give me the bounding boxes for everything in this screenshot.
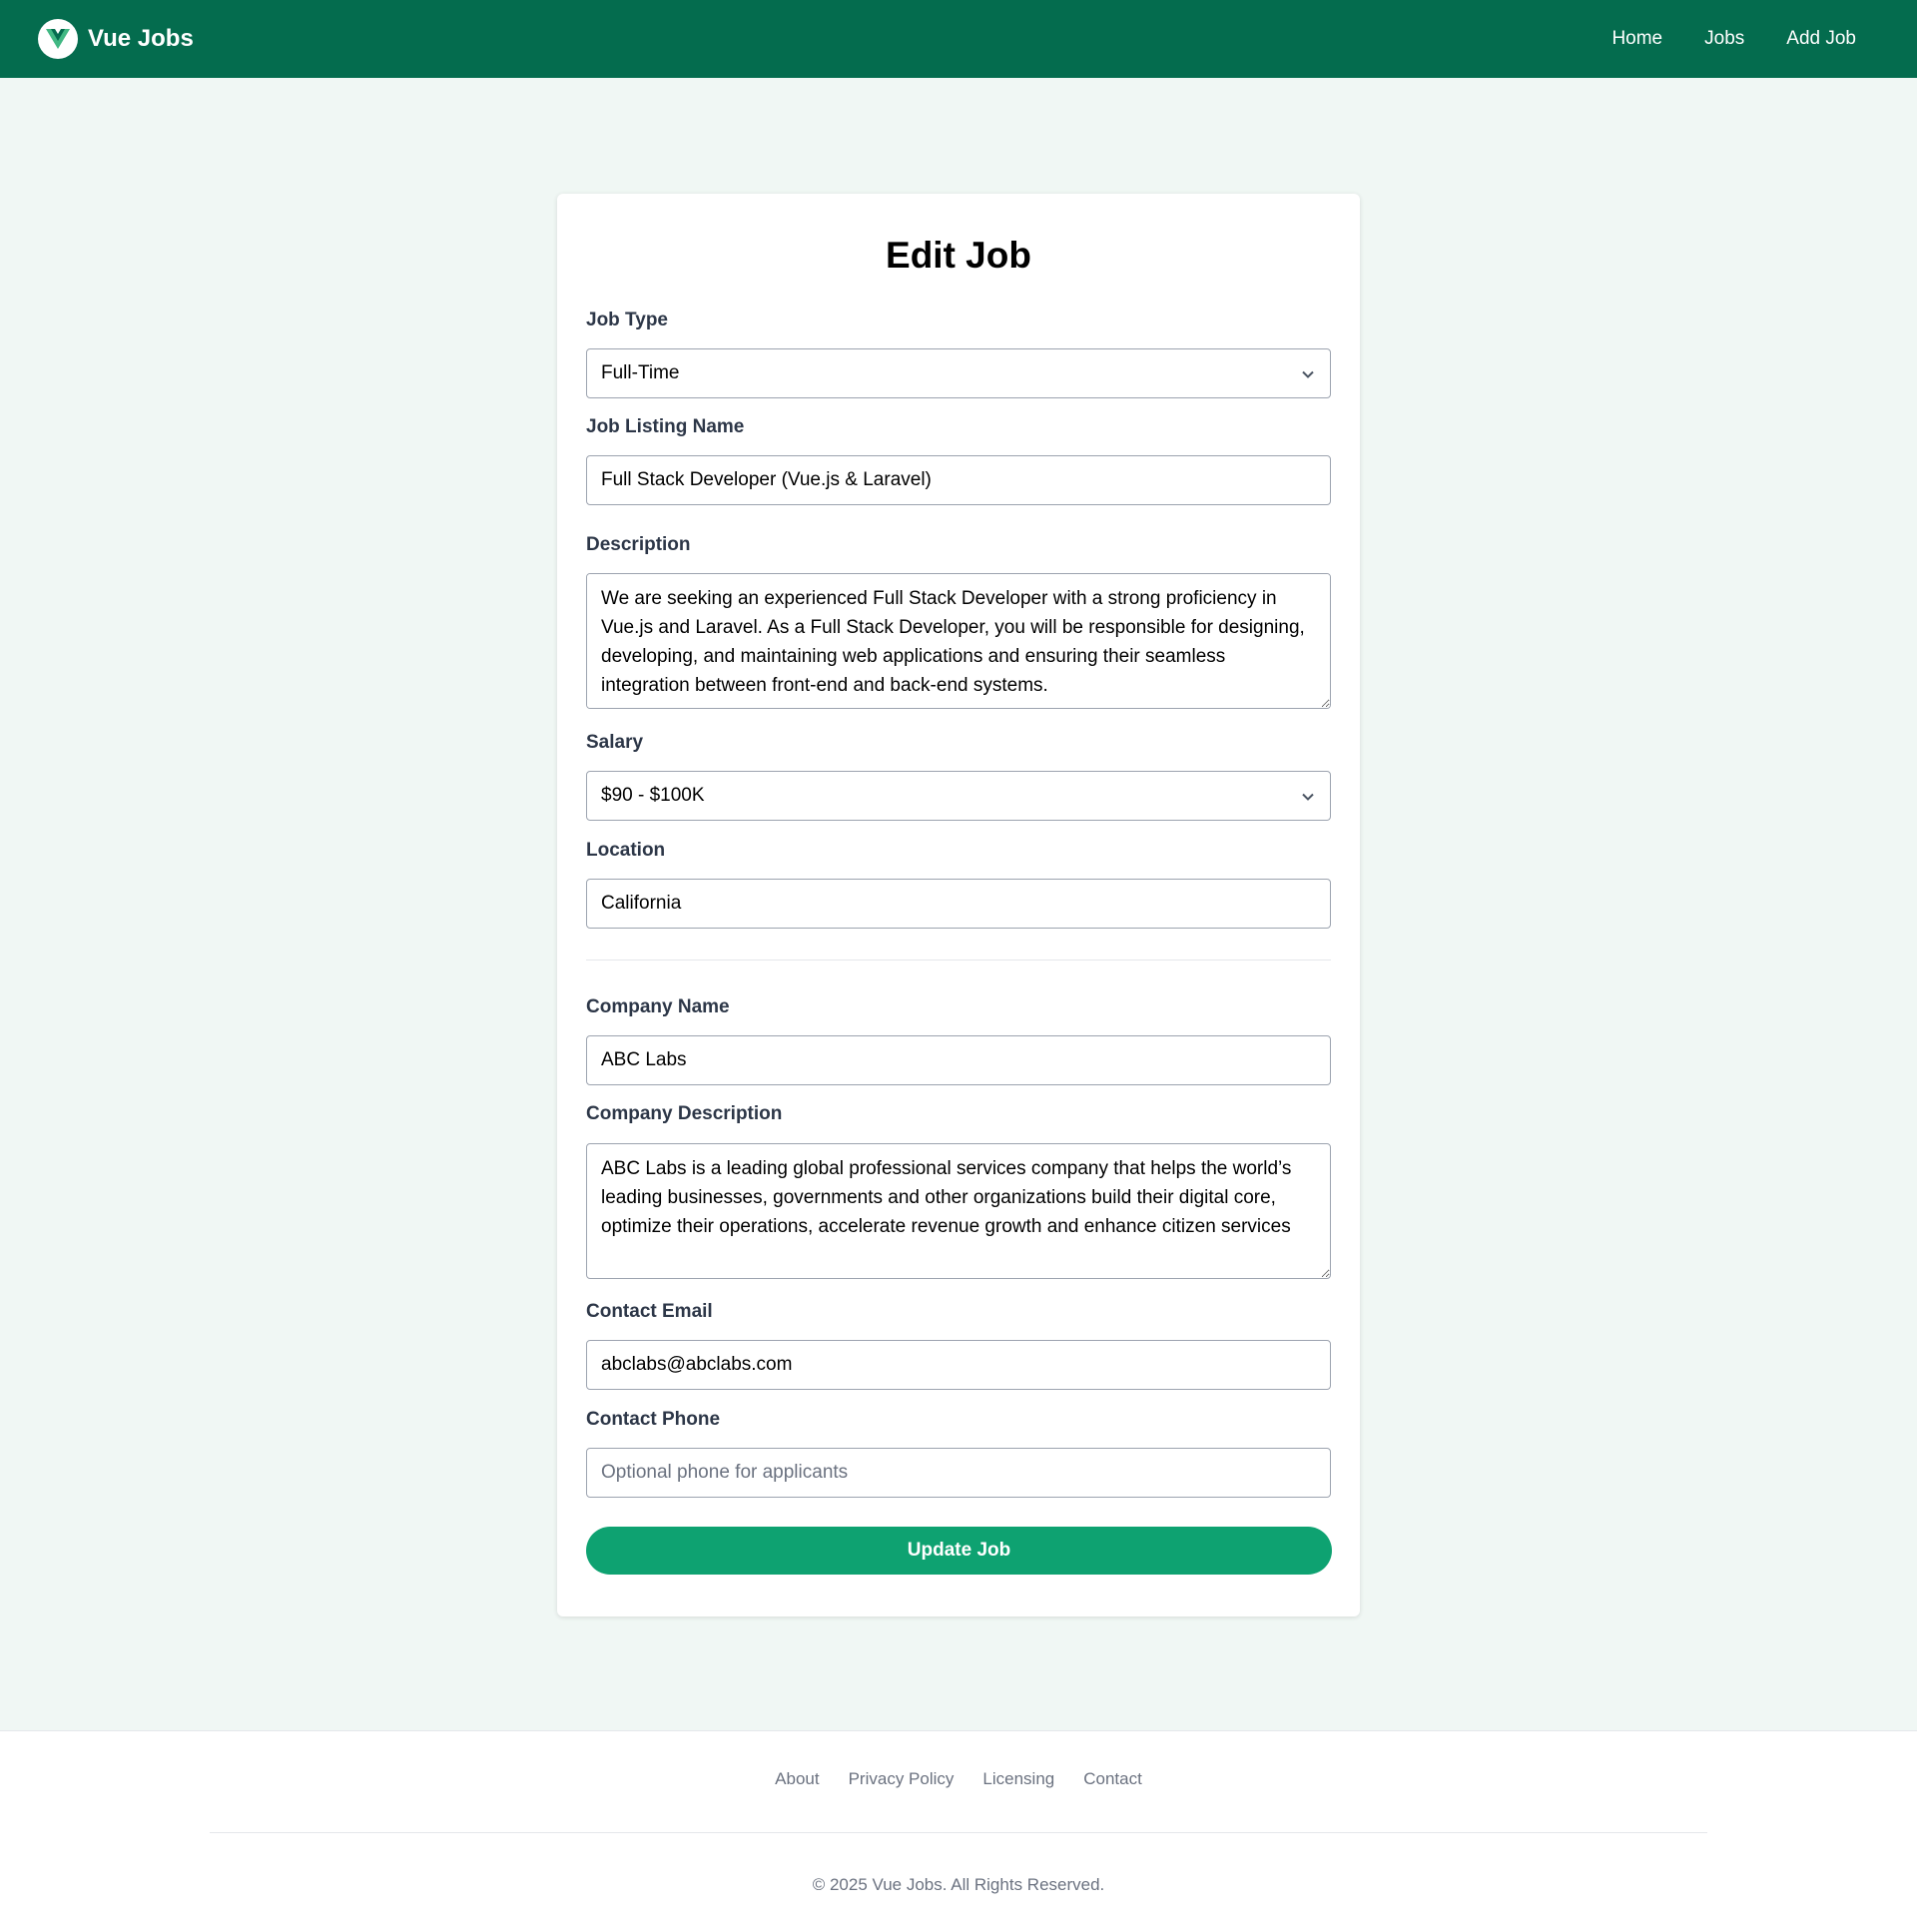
nav-jobs-link[interactable]: Jobs xyxy=(1693,20,1755,58)
top-navbar: Vue Jobs Home Jobs Add Job xyxy=(0,0,1917,78)
company-description-label: Company Description xyxy=(586,1103,783,1124)
company-description-field: Company Description ABC Labs is a leadin… xyxy=(586,1102,1331,1279)
footer: About Privacy Policy Licensing Contact ©… xyxy=(0,1730,1917,1932)
job-type-value: Full-Time xyxy=(601,362,680,383)
contact-phone-input[interactable] xyxy=(586,1448,1331,1498)
company-name-field: Company Name xyxy=(586,995,1331,1085)
job-name-label: Job Listing Name xyxy=(586,416,745,437)
footer-divider xyxy=(210,1832,1707,1833)
nav-add-job-link[interactable]: Add Job xyxy=(1775,20,1867,58)
section-divider xyxy=(586,960,1331,961)
company-name-label: Company Name xyxy=(586,996,730,1017)
contact-phone-field: Contact Phone xyxy=(586,1408,1331,1498)
footer-contact-link[interactable]: Contact xyxy=(1083,1769,1142,1789)
main-content: Edit Job Job Type Full-Time Job Listing … xyxy=(0,78,1917,1730)
job-name-input[interactable] xyxy=(586,455,1331,505)
company-description-textarea[interactable]: ABC Labs is a leading global professiona… xyxy=(586,1143,1331,1279)
nav-home-link[interactable]: Home xyxy=(1600,20,1673,58)
edit-job-form: Edit Job Job Type Full-Time Job Listing … xyxy=(557,194,1360,1616)
nav-links: Home Jobs Add Job xyxy=(1600,20,1867,58)
update-job-button[interactable]: Update Job xyxy=(586,1527,1332,1575)
contact-email-input[interactable] xyxy=(586,1340,1331,1390)
page-title: Edit Job xyxy=(886,235,1031,276)
footer-about-link[interactable]: About xyxy=(775,1769,819,1789)
footer-links: About Privacy Policy Licensing Contact xyxy=(0,1769,1917,1789)
salary-value: $90 - $100K xyxy=(601,785,705,806)
description-textarea[interactable]: We are seeking an experienced Full Stack… xyxy=(586,573,1331,709)
salary-label: Salary xyxy=(586,732,644,753)
salary-select[interactable]: $90 - $100K xyxy=(586,771,1331,821)
footer-licensing-link[interactable]: Licensing xyxy=(982,1769,1054,1789)
location-input[interactable] xyxy=(586,879,1331,929)
brand[interactable]: Vue Jobs xyxy=(38,19,194,59)
chevron-down-icon xyxy=(1302,370,1314,378)
company-name-input[interactable] xyxy=(586,1035,1331,1085)
description-label: Description xyxy=(586,534,691,555)
job-type-label: Job Type xyxy=(586,310,668,330)
contact-email-field: Contact Email xyxy=(586,1300,1331,1390)
job-name-field: Job Listing Name xyxy=(586,415,1331,505)
chevron-down-icon xyxy=(1302,793,1314,801)
contact-phone-label: Contact Phone xyxy=(586,1409,721,1430)
contact-email-label: Contact Email xyxy=(586,1301,713,1322)
salary-field: Salary $90 - $100K xyxy=(586,731,1331,821)
job-type-select[interactable]: Full-Time xyxy=(586,348,1331,398)
location-field: Location xyxy=(586,839,1331,929)
vue-logo-icon xyxy=(38,19,78,59)
copyright-text: © 2025 Vue Jobs. All Rights Reserved. xyxy=(812,1875,1105,1894)
location-label: Location xyxy=(586,840,666,861)
description-field: Description We are seeking an experience… xyxy=(586,533,1331,709)
job-type-field: Job Type Full-Time xyxy=(586,309,1331,398)
footer-privacy-link[interactable]: Privacy Policy xyxy=(849,1769,955,1789)
brand-title: Vue Jobs xyxy=(88,25,194,52)
